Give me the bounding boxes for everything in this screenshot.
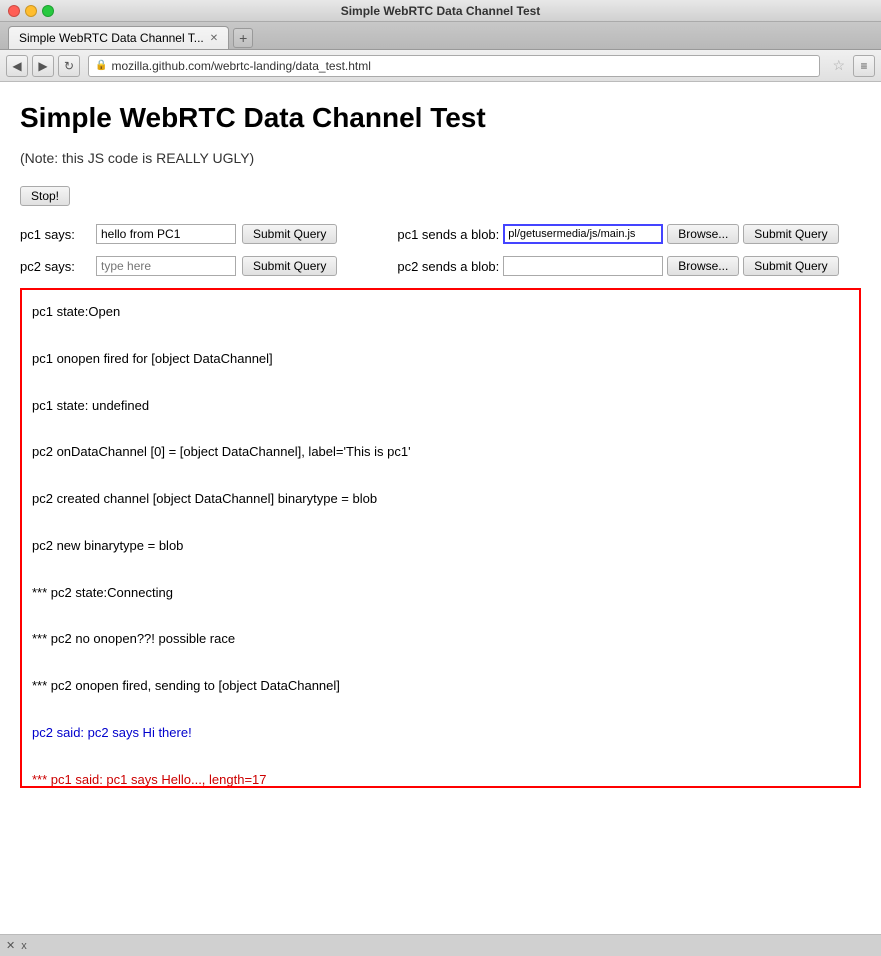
log-line: pc2 said: pc2 says Hi there! [32, 721, 849, 744]
page-subtitle: (Note: this JS code is REALLY UGLY) [20, 150, 861, 166]
log-line [32, 604, 849, 627]
log-line [32, 323, 849, 346]
pc2-blob-section: pc2 sends a blob: Browse... Submit Query [397, 256, 838, 276]
log-line: pc1 state: undefined [32, 394, 849, 417]
pc1-row: pc1 says: Submit Query pc1 sends a blob:… [20, 224, 861, 244]
address-bar[interactable]: 🔒 mozilla.github.com/webrtc-landing/data… [88, 55, 820, 77]
log-line: pc2 created channel [object DataChannel]… [32, 487, 849, 510]
forward-button[interactable]: ▶ [32, 55, 54, 77]
log-area[interactable]: pc1 state:Open pc1 onopen fired for [obj… [20, 288, 861, 788]
log-line: pc2 onDataChannel [0] = [object DataChan… [32, 440, 849, 463]
pc1-blob-section: pc1 sends a blob: Browse... Submit Query [397, 224, 838, 244]
pc1-says-input[interactable] [96, 224, 236, 244]
tab-close-icon[interactable]: ✕ [210, 33, 218, 44]
active-tab[interactable]: Simple WebRTC Data Channel T... ✕ [8, 26, 229, 49]
log-line [32, 370, 849, 393]
pc1-browse-button[interactable]: Browse... [667, 224, 739, 244]
menu-button[interactable]: ≡ [853, 55, 875, 77]
log-line [32, 744, 849, 767]
pc2-row: pc2 says: Submit Query pc2 sends a blob:… [20, 256, 861, 276]
log-line [32, 464, 849, 487]
pc2-says-section: pc2 says: Submit Query [20, 256, 337, 276]
pc1-blob-input[interactable] [503, 224, 663, 244]
log-line: pc2 new binarytype = blob [32, 534, 849, 557]
maximize-button[interactable] [42, 5, 54, 17]
stop-button[interactable]: Stop! [20, 186, 70, 206]
pc1-blob-submit-button[interactable]: Submit Query [743, 224, 838, 244]
log-line [32, 557, 849, 580]
pc2-says-label: pc2 says: [20, 259, 90, 274]
status-close-icon[interactable]: ✕ [6, 939, 15, 952]
log-line: *** pc2 onopen fired, sending to [object… [32, 674, 849, 697]
pc1-blob-label: pc1 sends a blob: [397, 227, 499, 242]
bookmark-icon[interactable]: ☆ [828, 57, 849, 74]
pc2-blob-label: pc2 sends a blob: [397, 259, 499, 274]
pc1-says-label: pc1 says: [20, 227, 90, 242]
lock-icon: 🔒 [95, 60, 107, 71]
traffic-lights [8, 5, 54, 17]
status-bar: ✕ x [0, 934, 881, 956]
back-button[interactable]: ◀ [6, 55, 28, 77]
log-line: *** pc2 no onopen??! possible race [32, 627, 849, 650]
page-title: Simple WebRTC Data Channel Test [20, 102, 861, 134]
nav-bar: ◀ ▶ ↻ 🔒 mozilla.github.com/webrtc-landin… [0, 50, 881, 82]
pc2-blob-input[interactable] [503, 256, 663, 276]
pc2-says-input[interactable] [96, 256, 236, 276]
new-tab-button[interactable]: + [233, 28, 253, 48]
log-line [32, 511, 849, 534]
tab-bar: Simple WebRTC Data Channel T... ✕ + [0, 22, 881, 50]
tab-label: Simple WebRTC Data Channel T... [19, 31, 204, 45]
minimize-button[interactable] [25, 5, 37, 17]
log-line [32, 417, 849, 440]
pc2-blob-submit-button[interactable]: Submit Query [743, 256, 838, 276]
status-text: x [21, 940, 27, 952]
window-title: Simple WebRTC Data Channel Test [341, 4, 541, 18]
log-line: pc1 state:Open [32, 300, 849, 323]
pc2-submit-button[interactable]: Submit Query [242, 256, 337, 276]
pc1-submit-button[interactable]: Submit Query [242, 224, 337, 244]
log-line [32, 698, 849, 721]
log-line: *** pc2 state:Connecting [32, 581, 849, 604]
log-line: *** pc1 said: pc1 says Hello..., length=… [32, 768, 849, 788]
page-content: Simple WebRTC Data Channel Test (Note: t… [0, 82, 881, 934]
close-button[interactable] [8, 5, 20, 17]
log-line [32, 651, 849, 674]
url-display: mozilla.github.com/webrtc-landing/data_t… [111, 59, 370, 73]
pc1-says-section: pc1 says: Submit Query [20, 224, 337, 244]
pc2-browse-button[interactable]: Browse... [667, 256, 739, 276]
title-bar: Simple WebRTC Data Channel Test [0, 0, 881, 22]
log-line: pc1 onopen fired for [object DataChannel… [32, 347, 849, 370]
reload-button[interactable]: ↻ [58, 55, 80, 77]
